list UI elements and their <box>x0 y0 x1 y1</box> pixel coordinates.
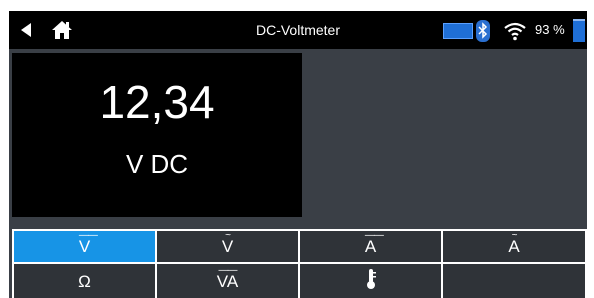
mode-dc-voltage-button[interactable]: ―― V <box>14 231 155 262</box>
dc-line-icon: ―― <box>364 230 384 241</box>
mode-dc-current-button[interactable]: ―― A <box>300 231 441 262</box>
ac-wave-icon: ~ <box>511 230 518 241</box>
home-icon[interactable] <box>50 19 74 41</box>
mode-button-grid: ―― V ~ V ―― A ~ A Ω ―― VA <box>12 229 587 298</box>
mode-resistance-button[interactable]: Ω <box>14 264 155 298</box>
status-bar: DC-Voltmeter 93 % <box>9 11 587 49</box>
back-arrow-icon[interactable] <box>19 22 35 38</box>
mode-temperature-button[interactable] <box>300 264 441 298</box>
measurement-value: 12,34 <box>99 76 215 128</box>
mode-empty-button <box>443 264 585 298</box>
ac-wave-icon: ~ <box>225 230 231 241</box>
mode-dc-power-button[interactable]: ―― VA <box>157 264 298 298</box>
battery-icon <box>573 19 585 42</box>
temperature-probe-icon <box>365 268 377 295</box>
dc-line-icon: ―― <box>78 230 98 241</box>
mode-ac-voltage-button[interactable]: ~ V <box>157 231 298 262</box>
mode-ac-current-button[interactable]: ~ A <box>443 231 585 262</box>
reading-display: 12,34 V DC <box>12 53 302 217</box>
measurement-unit: V DC <box>125 149 189 179</box>
page-title: DC-Voltmeter <box>255 22 341 38</box>
bluetooth-icon <box>476 20 490 42</box>
dc-line-icon: ―― <box>218 264 237 276</box>
device-screen: DC-Voltmeter 93 % 12,34 V DC ―― V ~ V ――… <box>9 11 587 298</box>
mode-label: Ω <box>78 271 91 291</box>
usb-connection-icon <box>443 23 473 39</box>
battery-percent: 93 % <box>535 22 565 37</box>
wifi-icon <box>503 21 527 41</box>
